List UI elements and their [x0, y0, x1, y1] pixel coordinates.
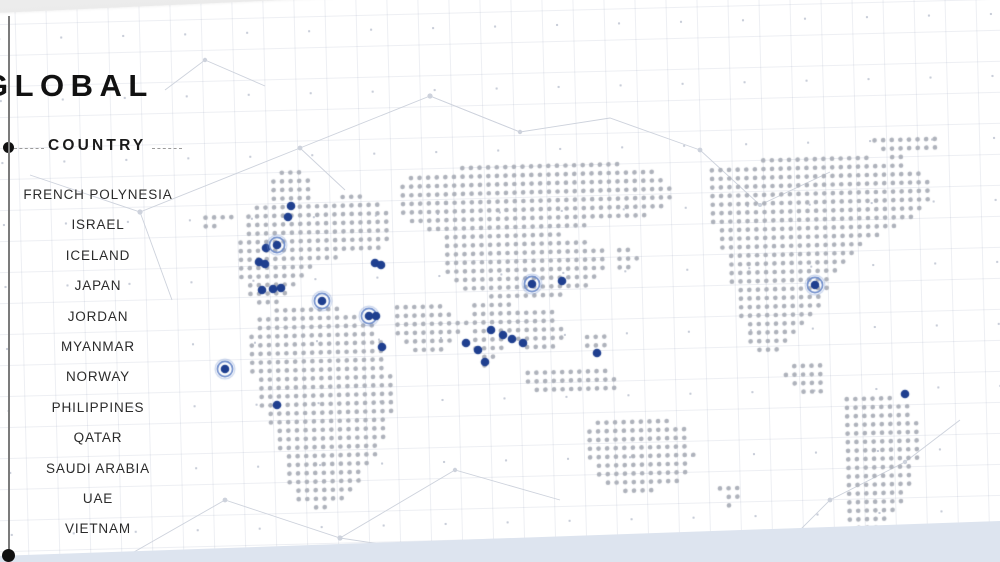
country-list-item[interactable]: VIETNAM	[65, 514, 131, 544]
nav-items: METAVERSEHOMEMODELS·STOREEVENTS·ABOUT HO…	[0, 0, 1000, 16]
country-list-item[interactable]: SAUDI ARABIA	[46, 454, 150, 484]
page-root: METAVERSEHOMEMODELS·STOREEVENTS·ABOUT HO…	[0, 0, 1000, 562]
country-list-item[interactable]: JAPAN	[75, 271, 122, 301]
country-list-item[interactable]: MYANMAR	[61, 332, 135, 362]
country-list-item[interactable]: PHILIPPINES	[52, 393, 145, 423]
country-list-item[interactable]: ISRAEL	[71, 210, 124, 240]
country-list: FRENCH POLYNESIAISRAELICELANDJAPANJORDAN…	[0, 180, 196, 545]
dashed-rule-left	[14, 148, 44, 149]
country-list-item[interactable]: JORDAN	[68, 302, 129, 332]
country-list-item[interactable]: UAE	[83, 484, 113, 514]
country-section-label: COUNTRY	[48, 137, 146, 155]
country-list-item[interactable]: QATAR	[74, 423, 123, 453]
country-section-header: COUNTRY	[0, 137, 196, 161]
country-list-item[interactable]: NORWAY	[66, 362, 130, 392]
node-dot-bottom-icon	[2, 549, 15, 562]
country-list-item[interactable]: ICELAND	[66, 241, 130, 271]
page-title: GLOBAL	[0, 68, 154, 104]
dashed-rule-right	[152, 148, 182, 149]
country-list-item[interactable]: FRENCH POLYNESIA	[23, 180, 172, 210]
